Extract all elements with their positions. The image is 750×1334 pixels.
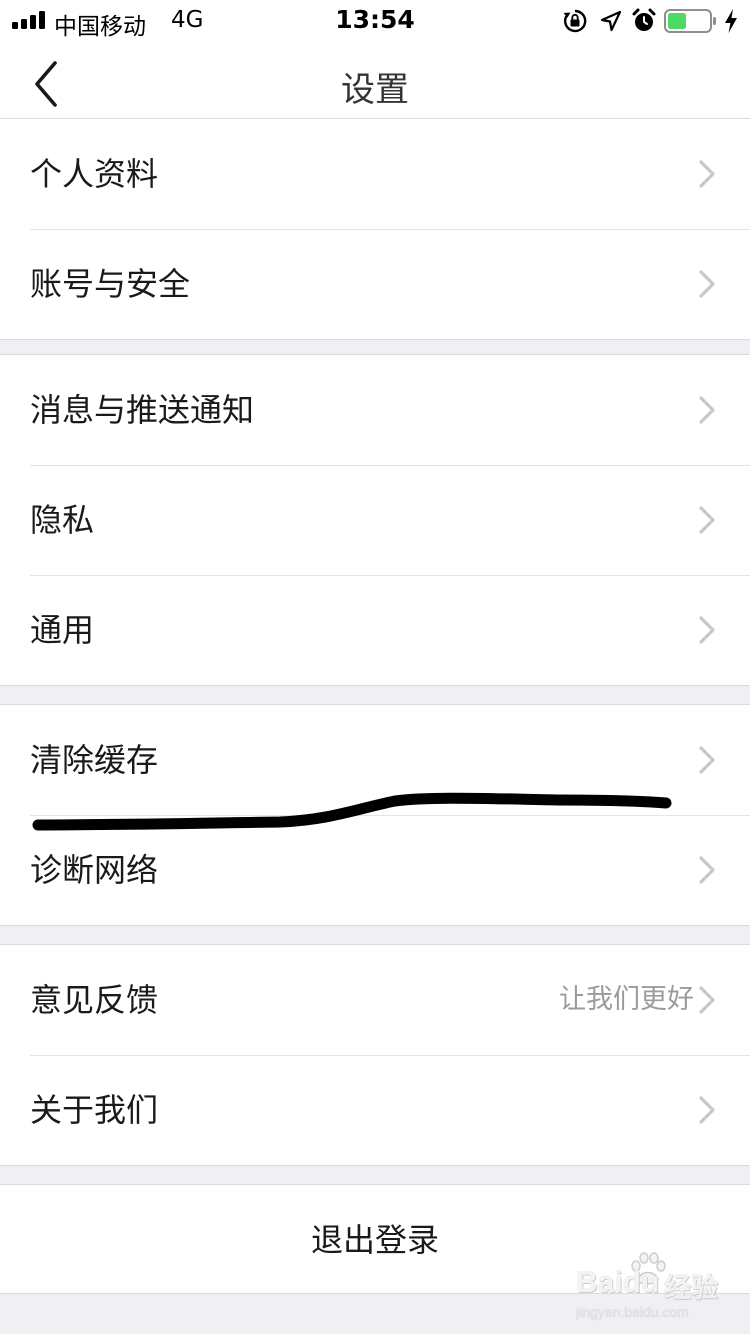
page-title: 设置 <box>341 70 409 110</box>
row-label: 关于我们 <box>30 1091 159 1129</box>
chevron-right-icon <box>699 856 715 884</box>
row-label: 通用 <box>30 611 95 649</box>
battery-icon <box>664 9 716 33</box>
alarm-icon <box>632 8 656 31</box>
row-label: 消息与推送通知 <box>30 391 255 429</box>
charging-bolt-icon <box>725 9 737 33</box>
row-label: 个人资料 <box>30 155 159 193</box>
row-label: 意见反馈 <box>30 981 159 1019</box>
settings-group-tools: 清除缓存 诊断网络 <box>0 704 750 926</box>
chevron-right-icon <box>699 616 715 644</box>
watermark-brand-cn: 经验 <box>664 1273 718 1304</box>
settings-row-about-us[interactable]: 关于我们 <box>0 1055 750 1165</box>
status-bar: 中国移动 4G 13:54 <box>0 0 750 40</box>
chevron-right-icon <box>699 986 715 1014</box>
nav-bar: 设置 <box>0 40 750 128</box>
row-label: 账号与安全 <box>30 265 191 303</box>
chevron-right-icon <box>699 1096 715 1124</box>
watermark-url: jingyan.baidu.com <box>576 1304 689 1320</box>
chevron-right-icon <box>699 746 715 774</box>
chevron-right-icon <box>699 396 715 424</box>
settings-group-general: 消息与推送通知 隐私 通用 <box>0 354 750 686</box>
row-label: 清除缓存 <box>30 741 159 779</box>
chevron-right-icon <box>699 506 715 534</box>
settings-row-feedback[interactable]: 意见反馈 让我们更好 <box>0 945 750 1055</box>
settings-row-clear-cache[interactable]: 清除缓存 <box>0 705 750 815</box>
row-detail: 让我们更好 <box>559 984 694 1015</box>
row-label: 隐私 <box>30 501 95 539</box>
watermark-brand: Baidu <box>576 1266 660 1299</box>
status-icons <box>562 6 742 34</box>
settings-group-profile: 个人资料 账号与安全 <box>0 118 750 340</box>
chevron-right-icon <box>699 160 715 188</box>
chevron-right-icon <box>699 270 715 298</box>
settings-group-about: 意见反馈 让我们更好 关于我们 <box>0 944 750 1166</box>
settings-row-account-security[interactable]: 账号与安全 <box>0 229 750 339</box>
battery-level-fill <box>668 13 686 29</box>
location-arrow-icon <box>600 10 622 32</box>
orientation-lock-icon <box>563 9 587 33</box>
settings-row-profile[interactable]: 个人资料 <box>0 119 750 229</box>
watermark-logo: Baidu 经验 jingyan.baidu.com <box>572 1252 747 1332</box>
settings-row-privacy[interactable]: 隐私 <box>0 465 750 575</box>
row-label: 诊断网络 <box>30 851 159 889</box>
settings-row-network-diagnosis[interactable]: 诊断网络 <box>0 815 750 925</box>
settings-row-general[interactable]: 通用 <box>0 575 750 685</box>
settings-row-notifications[interactable]: 消息与推送通知 <box>0 355 750 465</box>
